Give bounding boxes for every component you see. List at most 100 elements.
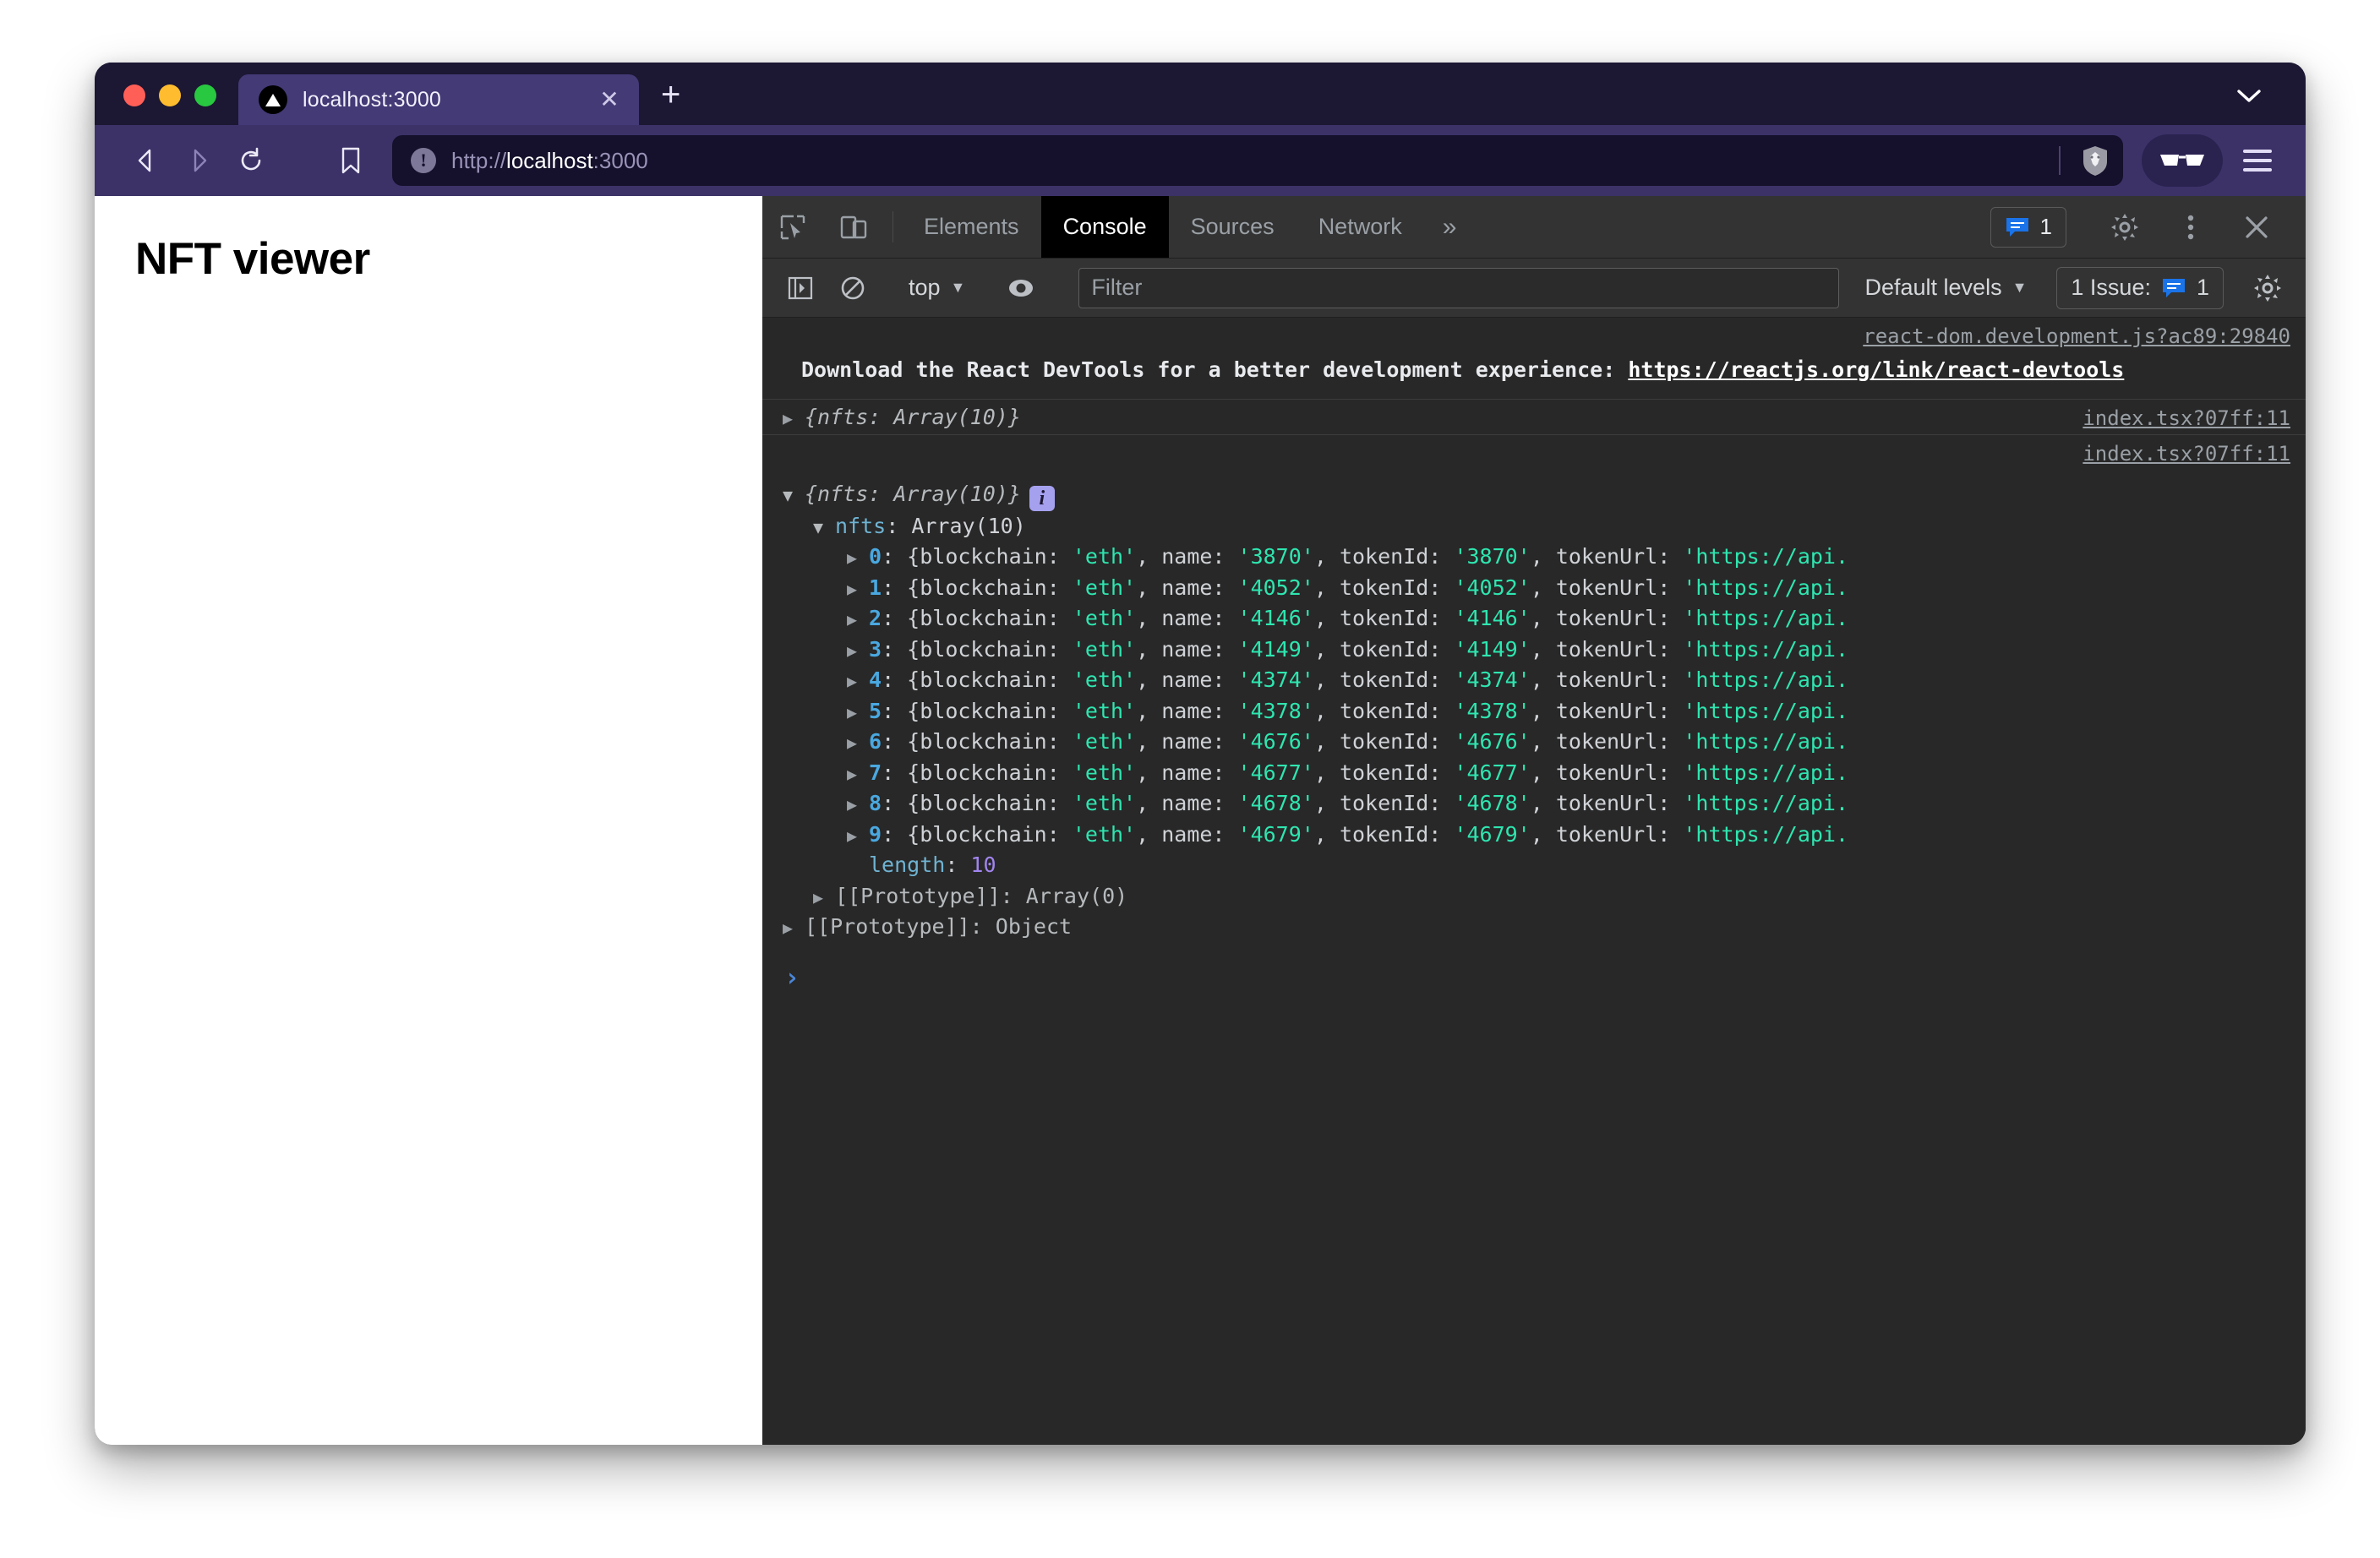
maximize-window-button[interactable] — [194, 84, 216, 106]
gear-icon[interactable] — [2094, 213, 2155, 242]
execution-context-selector[interactable]: top ▼ — [897, 275, 977, 301]
toolbar-divider — [892, 211, 893, 242]
toolbar-divider — [2059, 146, 2061, 175]
message-source-link[interactable]: index.tsx?07ff:11 — [2082, 406, 2290, 430]
hamburger-menu-icon[interactable] — [2235, 150, 2280, 172]
console-sidebar-icon[interactable] — [774, 259, 827, 318]
message-source-link[interactable]: react-dom.development.js?ac89:29840 — [1863, 324, 2290, 348]
expand-arrow-icon[interactable]: ▶ — [847, 762, 869, 787]
new-tab-button[interactable]: + — [661, 78, 680, 112]
value-blockchain: 'eth' — [1072, 575, 1137, 600]
console-settings-gear-icon[interactable] — [2241, 259, 2294, 318]
expand-arrow-icon[interactable]: ▶ — [847, 639, 869, 663]
value-blockchain: 'eth' — [1072, 821, 1137, 847]
url-host: localhost — [506, 147, 593, 173]
address-bar[interactable]: ! http://localhost:3000 — [392, 135, 2123, 186]
value-name: '4149' — [1237, 636, 1314, 662]
expand-arrow-icon[interactable]: ▶ — [847, 731, 869, 755]
value-tokenid: '4378' — [1454, 698, 1531, 723]
key-tokenid: , tokenId: — [1313, 544, 1455, 569]
site-info-icon[interactable]: ! — [411, 148, 436, 173]
more-tabs-icon[interactable]: » — [1424, 196, 1476, 258]
tab-sources[interactable]: Sources — [1169, 196, 1296, 258]
tree-row-nft-item[interactable]: ▶ 5: {blockchain: 'eth', name: '4378', to… — [783, 696, 2306, 727]
devtools-actions: 1 — [1990, 196, 2306, 258]
log-row[interactable]: ▶ {nfts: Array(10)} — [762, 405, 2306, 429]
issues-bar-button[interactable]: 1 Issue: 1 — [2056, 266, 2224, 309]
key-blockchain: blockchain: — [920, 821, 1073, 847]
tab-console[interactable]: Console — [1040, 196, 1169, 258]
message-source-link[interactable]: index.tsx?07ff:11 — [2082, 442, 2290, 466]
page-viewport: NFT viewer — [95, 196, 762, 1445]
browser-tab[interactable]: localhost:3000 ✕ — [238, 74, 639, 125]
expand-arrow-icon[interactable]: ▶ — [847, 577, 869, 602]
tree-row-nft-item[interactable]: ▶ 0: {blockchain: 'eth', name: '3870', to… — [783, 542, 2306, 573]
value-tokenid: '4678' — [1454, 791, 1531, 815]
issues-counter-button[interactable]: 1 — [1990, 206, 2066, 248]
console-message-log-expanded[interactable]: index.tsx?07ff:11 ▼ {nfts: Array(10)} i ▼ n… — [762, 435, 2306, 948]
issue-message-icon — [2005, 216, 2030, 238]
collapse-arrow-icon[interactable]: ▼ — [813, 515, 835, 540]
issues-label: 1 Issue: — [2071, 275, 2151, 300]
tree-row-nft-item[interactable]: ▶ 6: {blockchain: 'eth', name: '4676', to… — [783, 727, 2306, 758]
console-message-react[interactable]: react-dom.development.js?ac89:29840 Down… — [762, 318, 2306, 400]
value-tokenurl: 'https://api. — [1683, 667, 1849, 692]
reload-icon[interactable] — [225, 134, 277, 187]
console-log-area[interactable]: react-dom.development.js?ac89:29840 Down… — [762, 318, 2306, 1445]
live-expression-eye-icon[interactable] — [995, 259, 1047, 318]
chevron-down-icon[interactable] — [2236, 84, 2262, 110]
expand-arrow-icon[interactable]: ▶ — [847, 700, 869, 725]
tree-row-nft-item[interactable]: ▶ 9: {blockchain: 'eth', name: '4679', to… — [783, 820, 2306, 851]
brave-shield-lion-icon[interactable] — [2076, 144, 2115, 177]
window-content: NFT viewer Elements Console Sources Netw… — [95, 196, 2306, 1445]
expanded-object-tree: ▼ {nfts: Array(10)} i ▼ nfts: Array(10) ▶ 0:… — [762, 440, 2306, 943]
tree-row-prototype-inner[interactable]: ▶ [[Prototype]]: Array(0) — [783, 881, 2306, 912]
tree-row-prototype-outer[interactable]: ▶ [[Prototype]]: Object — [783, 912, 2306, 943]
log-levels-selector[interactable]: Default levels ▼ — [1853, 275, 2039, 301]
expand-arrow-icon[interactable]: ▶ — [847, 546, 869, 570]
collapse-arrow-icon[interactable]: ▼ — [783, 483, 805, 508]
value-tokenurl: 'https://api. — [1683, 760, 1849, 785]
tab-network[interactable]: Network — [1296, 196, 1424, 258]
expand-arrow-icon[interactable]: ▶ — [847, 669, 869, 694]
back-icon[interactable] — [120, 134, 172, 187]
bookmark-icon[interactable] — [325, 134, 377, 187]
key-blockchain: blockchain: — [920, 791, 1073, 815]
console-prompt[interactable]: › — [762, 948, 2306, 993]
filter-input[interactable] — [1078, 267, 1840, 308]
forward-icon[interactable] — [172, 134, 225, 187]
key-name: , name: — [1136, 575, 1238, 600]
array-index: 1 — [869, 575, 882, 600]
inspect-element-icon[interactable] — [762, 196, 823, 258]
tree-row-nft-item[interactable]: ▶ 1: {blockchain: 'eth', name: '4052', to… — [783, 573, 2306, 604]
device-toolbar-icon[interactable] — [823, 196, 884, 258]
value-blockchain: 'eth' — [1072, 698, 1137, 723]
key-name: , name: — [1136, 667, 1238, 692]
minimize-window-button[interactable] — [159, 84, 181, 106]
value-tokenurl: 'https://api. — [1683, 791, 1849, 815]
value-name: '4678' — [1237, 791, 1314, 815]
tree-row-nft-item[interactable]: ▶ 3: {blockchain: 'eth', name: '4149', to… — [783, 635, 2306, 666]
tree-row-nft-item[interactable]: ▶ 8: {blockchain: 'eth', name: '4678', to… — [783, 788, 2306, 820]
expand-arrow-icon[interactable]: ▶ — [783, 916, 805, 940]
tab-elements[interactable]: Elements — [902, 196, 1041, 258]
tree-row-nft-item[interactable]: ▶ 4: {blockchain: 'eth', name: '4374', to… — [783, 665, 2306, 696]
expand-arrow-icon[interactable]: ▶ — [813, 885, 835, 910]
close-icon[interactable]: ✕ — [595, 88, 624, 112]
close-window-button[interactable] — [123, 84, 145, 106]
clear-console-icon[interactable] — [827, 259, 879, 318]
tree-row-nfts[interactable]: ▼ nfts: Array(10) — [783, 511, 2306, 542]
react-devtools-link[interactable]: https://reactjs.org/link/react-devtools — [1628, 357, 2124, 382]
tree-row-nft-item[interactable]: ▶ 7: {blockchain: 'eth', name: '4677', to… — [783, 758, 2306, 789]
expand-arrow-icon[interactable]: ▶ — [847, 607, 869, 632]
value-tokenurl: 'https://api. — [1683, 544, 1849, 569]
close-icon[interactable] — [2226, 214, 2287, 241]
expand-arrow-icon[interactable]: ▶ — [783, 408, 805, 428]
console-message-log-collapsed[interactable]: index.tsx?07ff:11 ▶ {nfts: Array(10)} — [762, 400, 2306, 435]
more-options-icon[interactable] — [2160, 213, 2221, 242]
expand-arrow-icon[interactable]: ▶ — [847, 824, 869, 848]
expand-arrow-icon[interactable]: ▶ — [847, 793, 869, 817]
tree-row-root[interactable]: ▼ {nfts: Array(10)} i — [783, 479, 2306, 511]
tree-row-nft-item[interactable]: ▶ 2: {blockchain: 'eth', name: '4146', to… — [783, 603, 2306, 635]
glasses-icon[interactable] — [2142, 134, 2223, 187]
